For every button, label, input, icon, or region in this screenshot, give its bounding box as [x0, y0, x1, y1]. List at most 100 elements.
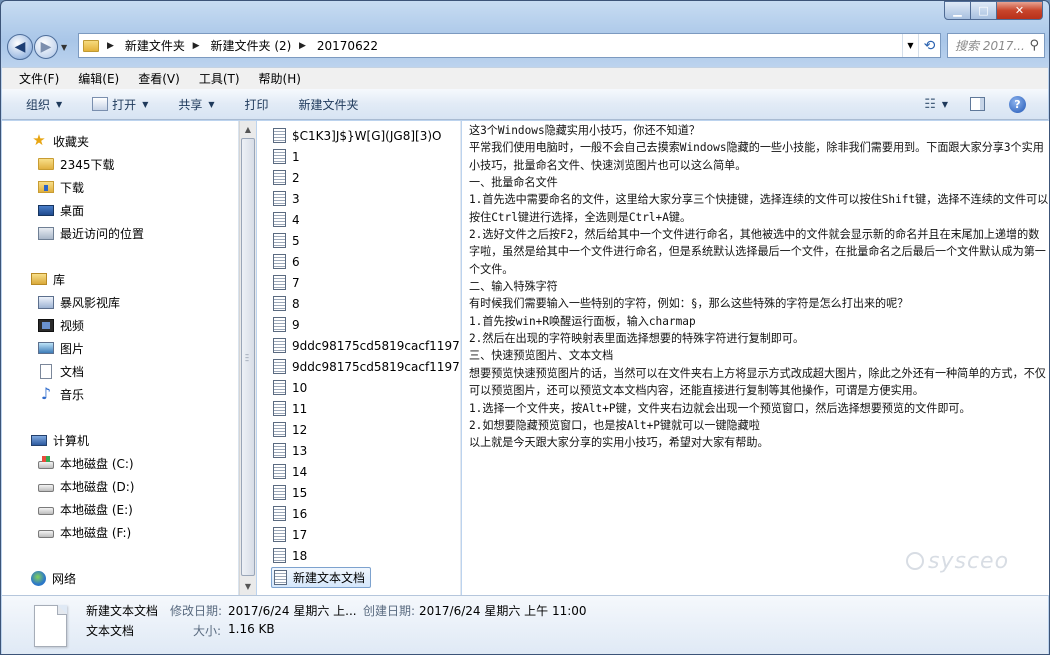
sidebar-item-label: 图片	[60, 341, 85, 356]
file-item[interactable]: 6	[273, 251, 300, 272]
file-name: 17	[292, 527, 308, 542]
search-input[interactable]: 搜索 2017... ⚲	[947, 33, 1045, 58]
text-file-icon	[274, 570, 287, 585]
text-file-icon	[273, 317, 286, 332]
details-modified-label: 修改日期:	[170, 604, 223, 618]
file-item[interactable]: 1	[273, 146, 300, 167]
file-item[interactable]: 9ddc98175cd5819cacf119741	[273, 335, 460, 356]
file-item[interactable]: 14	[273, 461, 307, 482]
file-item[interactable]: 2	[273, 167, 300, 188]
file-name: 6	[292, 254, 300, 269]
sidebar-item-videos[interactable]: 视频	[38, 314, 84, 336]
sidebar-item-downloads[interactable]: 下载	[38, 176, 84, 198]
file-item[interactable]: 13	[273, 440, 307, 461]
menu-tools[interactable]: 工具(T)	[199, 70, 240, 87]
preview-pane: 这3个Windows隐藏实用小技巧，你还不知道？ 平常我们使用电脑时，一般不会自…	[462, 121, 1049, 595]
file-name: 5	[292, 233, 300, 248]
sidebar-item-drive-f[interactable]: 本地磁盘 (F:)	[38, 521, 131, 543]
system-drive-icon	[38, 456, 54, 469]
file-name: 11	[292, 401, 308, 416]
chevron-right-icon[interactable]: ▶	[193, 41, 200, 51]
address-dropdown-icon[interactable]: ▼	[902, 34, 918, 57]
sidebar-item-drive-e[interactable]: 本地磁盘 (E:)	[38, 498, 133, 520]
file-item[interactable]: 5	[273, 230, 300, 251]
sidebar-computer-header[interactable]: 计算机	[2, 429, 89, 451]
file-item[interactable]: $C1K3]J$}W[G](JG8][3)O	[273, 125, 441, 146]
text-file-icon	[273, 548, 286, 563]
maximize-button[interactable]: □	[971, 1, 997, 20]
sidebar-item-drive-c[interactable]: 本地磁盘 (C:)	[38, 452, 134, 474]
organize-button[interactable]: 组织 ▼	[26, 96, 62, 113]
caption-buttons: ▁ □ ✕	[944, 1, 1043, 20]
sidebar-network-header[interactable]: 网络	[2, 567, 76, 589]
folder-icon	[83, 39, 99, 52]
search-icon[interactable]: ⚲	[1029, 38, 1039, 53]
file-item[interactable]: 9	[273, 314, 300, 335]
file-item[interactable]: 3	[273, 188, 300, 209]
text-file-icon	[273, 254, 286, 269]
help-icon[interactable]: ?	[1009, 95, 1026, 113]
notepad-icon	[92, 97, 109, 111]
file-item[interactable]: 15	[273, 482, 307, 503]
file-item[interactable]: 12	[273, 419, 307, 440]
sidebar-item-pictures[interactable]: 图片	[38, 337, 84, 359]
menu-file[interactable]: 文件(F)	[19, 70, 59, 87]
menu-view[interactable]: 查看(V)	[138, 70, 180, 87]
text-file-icon	[273, 464, 286, 479]
sidebar-item-2345download[interactable]: 2345下载	[38, 153, 115, 175]
menu-edit[interactable]: 编辑(E)	[78, 70, 119, 87]
file-name: 3	[292, 191, 300, 206]
sidebar-libraries-header[interactable]: 库	[2, 268, 65, 290]
sidebar-item-desktop[interactable]: 桌面	[38, 199, 84, 221]
scrollbar-thumb[interactable]: – – –	[241, 138, 255, 576]
preview-pane-icon[interactable]	[970, 97, 985, 111]
file-item[interactable]: 17	[273, 524, 307, 545]
address-bar[interactable]: ▶ 新建文件夹 ▶ 新建文件夹 (2) ▶ 20170622 ▼ ⟲	[78, 33, 941, 58]
sidebar-item-documents[interactable]: 文档	[38, 360, 84, 382]
breadcrumb-separator[interactable]: ▶	[107, 41, 121, 51]
open-button[interactable]: 打开 ▼	[92, 96, 148, 113]
file-item[interactable]: 7	[273, 272, 300, 293]
scroll-up-icon[interactable]: ▲	[240, 121, 256, 138]
back-arrow-icon: ◀	[14, 39, 26, 55]
new-folder-button[interactable]: 新建文件夹	[299, 96, 359, 113]
file-item[interactable]: 16	[273, 503, 307, 524]
forward-button[interactable]: ▶	[34, 35, 58, 59]
chevron-right-icon[interactable]: ▶	[299, 41, 306, 51]
file-item[interactable]: 9ddc98175cd5819cacf119741	[273, 356, 460, 377]
star-icon: ★	[32, 131, 46, 149]
file-item[interactable]: 4	[273, 209, 300, 230]
chevron-down-icon[interactable]: ▼	[942, 100, 948, 109]
navigation-scrollbar[interactable]: ▲ – – – ▼	[239, 121, 256, 595]
share-button[interactable]: 共享 ▼	[178, 96, 214, 113]
history-dropdown-icon[interactable]: ▼	[61, 43, 67, 52]
minimize-button[interactable]: ▁	[944, 1, 971, 20]
print-button[interactable]: 打印	[245, 96, 269, 113]
view-options-icon[interactable]: ☷	[924, 97, 936, 112]
file-item-selected[interactable]: 新建文本文档	[271, 567, 371, 588]
file-item[interactable]: 8	[273, 293, 300, 314]
refresh-icon[interactable]: ⟲	[918, 34, 940, 57]
menu-help[interactable]: 帮助(H)	[259, 70, 301, 87]
preview-line: 这3个Windows隐藏实用小技巧，你还不知道？	[469, 124, 700, 137]
breadcrumb-item[interactable]: 20170622	[317, 39, 378, 53]
sidebar-item-music[interactable]: ♪ 音乐	[38, 383, 84, 405]
back-button[interactable]: ◀	[7, 34, 33, 60]
organize-label: 组织	[26, 97, 51, 112]
breadcrumb-item[interactable]: 新建文件夹 ▶	[125, 37, 207, 54]
breadcrumb-item[interactable]: 新建文件夹 (2) ▶	[211, 37, 313, 54]
chevron-down-icon: ▼	[208, 99, 215, 109]
media-library-icon	[38, 295, 54, 309]
file-item[interactable]: 10	[273, 377, 307, 398]
sidebar-item-recent-places[interactable]: 最近访问的位置	[38, 222, 144, 244]
sidebar-item-drive-d[interactable]: 本地磁盘 (D:)	[38, 475, 134, 497]
command-bar: 组织 ▼ 打开 ▼ 共享 ▼ 打印 新建文件夹 ☷ ▼ ?	[2, 89, 1048, 120]
file-item[interactable]: 11	[273, 398, 307, 419]
sidebar-favorites-header[interactable]: ★ 收藏夹	[2, 130, 89, 152]
chevron-down-icon: ▼	[56, 99, 63, 109]
file-item[interactable]: 18	[273, 545, 307, 566]
sidebar-item-baofeng-library[interactable]: 暴风影视库	[38, 291, 120, 313]
scroll-down-icon[interactable]: ▼	[240, 578, 256, 595]
close-button[interactable]: ✕	[997, 1, 1043, 20]
drive-icon	[38, 530, 54, 538]
